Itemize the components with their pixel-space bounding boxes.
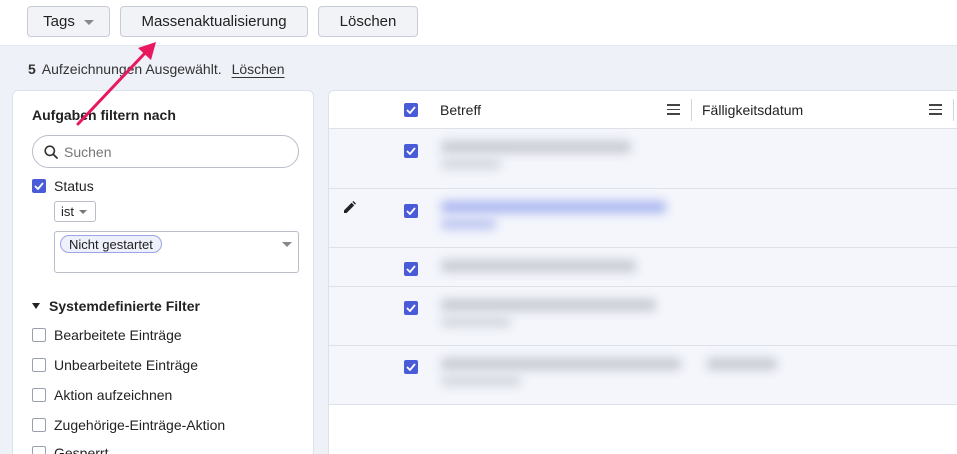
redacted-subject xyxy=(441,260,636,272)
delete-button[interactable]: Löschen xyxy=(318,6,418,37)
filter-checkbox[interactable] xyxy=(32,418,46,432)
checkmark-icon xyxy=(406,363,416,371)
filter-checkbox[interactable] xyxy=(32,446,46,454)
checkmark-icon xyxy=(406,207,416,215)
status-checkbox[interactable] xyxy=(32,179,46,193)
table-row[interactable] xyxy=(329,346,957,405)
system-filters-title: Systemdefinierte Filter xyxy=(49,298,200,314)
filter-checkbox[interactable] xyxy=(32,328,46,342)
status-value-chip[interactable]: Nicht gestartet xyxy=(60,235,162,253)
filter-option-record-action[interactable]: Aktion aufzeichnen xyxy=(32,387,172,403)
tags-label: Tags xyxy=(43,13,75,30)
filter-option-related-records-action[interactable]: Zugehörige-Einträge-Aktion xyxy=(32,417,225,433)
filter-option-label: Zugehörige-Einträge-Aktion xyxy=(54,417,226,433)
redacted-subject xyxy=(441,159,501,169)
operator-select[interactable]: ist xyxy=(54,201,96,222)
select-all-checkbox[interactable] xyxy=(404,103,418,117)
tags-dropdown-button[interactable]: Tags xyxy=(27,6,110,37)
delete-label: Löschen xyxy=(339,13,397,30)
redacted-subject xyxy=(441,317,511,327)
row-checkbox[interactable] xyxy=(404,262,418,276)
table-row[interactable] xyxy=(329,189,957,248)
selection-text: Aufzeichnungen Ausgewählt. xyxy=(41,61,222,77)
mass-update-button[interactable]: Massenaktualisierung xyxy=(120,6,308,37)
chevron-down-icon xyxy=(79,210,87,214)
redacted-subject xyxy=(441,141,631,153)
redacted-subject xyxy=(441,299,656,311)
status-label: Status xyxy=(54,178,94,194)
row-checkbox[interactable] xyxy=(404,204,418,218)
filter-panel: Aufgaben filtern nach Status ist Nicht g… xyxy=(12,90,314,454)
status-value-select[interactable]: Nicht gestartet xyxy=(54,231,299,273)
row-checkbox[interactable] xyxy=(404,301,418,315)
row-checkbox[interactable] xyxy=(404,144,418,158)
redacted-subject-link[interactable] xyxy=(441,219,496,229)
operator-value: ist xyxy=(61,204,74,219)
filter-search-box[interactable] xyxy=(32,135,299,168)
filter-option-label: Unbearbeitete Einträge xyxy=(54,357,198,373)
filter-option-locked[interactable]: Gesperrt xyxy=(32,445,108,454)
clear-selection-link[interactable]: Löschen xyxy=(232,61,285,77)
filter-checkbox[interactable] xyxy=(32,388,46,402)
search-icon xyxy=(44,144,58,159)
redacted-due-date xyxy=(707,358,777,370)
table-row[interactable] xyxy=(329,129,957,189)
filter-option-label: Bearbeitete Einträge xyxy=(54,327,182,343)
column-header-subject[interactable]: Betreff xyxy=(440,102,481,118)
column-header-due-date[interactable]: Fälligkeitsdatum xyxy=(702,102,803,118)
records-table: Betreff Fälligkeitsdatum xyxy=(328,90,957,454)
filter-checkbox[interactable] xyxy=(32,358,46,372)
filter-option-unedited[interactable]: Unbearbeitete Einträge xyxy=(32,357,198,373)
table-row[interactable] xyxy=(329,287,957,346)
filter-option-label: Gesperrt xyxy=(54,445,109,454)
chevron-down-icon xyxy=(83,20,94,25)
status-value-label: Nicht gestartet xyxy=(69,236,153,252)
chevron-down-icon xyxy=(282,242,292,247)
row-checkbox[interactable] xyxy=(404,360,418,374)
filter-search-input[interactable] xyxy=(64,143,264,160)
redacted-subject xyxy=(441,376,521,386)
redacted-subject xyxy=(441,358,681,370)
status-filter[interactable]: Status xyxy=(32,178,94,194)
filter-option-label: Aktion aufzeichnen xyxy=(54,387,173,403)
column-divider[interactable] xyxy=(691,99,692,121)
column-menu-icon[interactable] xyxy=(929,104,942,115)
system-filters-section-toggle[interactable]: Systemdefinierte Filter xyxy=(32,298,200,314)
checkmark-icon xyxy=(406,265,416,273)
checkmark-icon xyxy=(406,106,416,114)
table-row[interactable] xyxy=(329,248,957,287)
checkmark-icon xyxy=(34,182,44,190)
column-menu-icon[interactable] xyxy=(667,104,680,115)
filter-option-edited[interactable]: Bearbeitete Einträge xyxy=(32,327,182,343)
selection-count: 5 xyxy=(28,61,36,77)
filter-panel-title: Aufgaben filtern nach xyxy=(32,107,176,123)
caret-down-icon xyxy=(32,303,40,309)
table-header: Betreff Fälligkeitsdatum xyxy=(329,91,957,129)
selection-info: 5 Aufzeichnungen Ausgewählt. Löschen xyxy=(28,61,285,77)
checkmark-icon xyxy=(406,147,416,155)
redacted-subject-link[interactable] xyxy=(441,201,666,213)
column-divider[interactable] xyxy=(953,99,954,121)
checkmark-icon xyxy=(406,304,416,312)
mass-update-label: Massenaktualisierung xyxy=(141,13,287,30)
pencil-icon[interactable] xyxy=(343,201,356,214)
toolbar: Tags Massenaktualisierung Löschen xyxy=(0,0,957,46)
